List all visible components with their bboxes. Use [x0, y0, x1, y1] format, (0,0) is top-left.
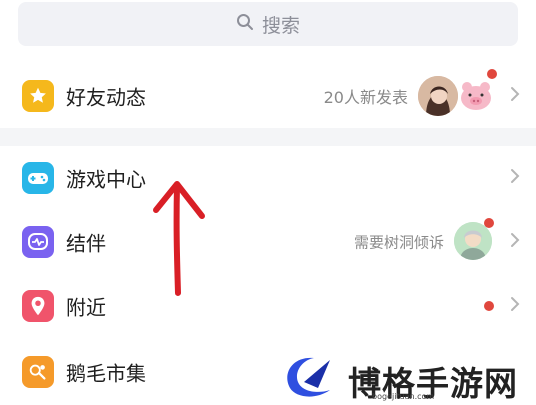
menu-item-label: 游戏中心: [66, 167, 146, 192]
menu-item-companion[interactable]: 结伴 需要树洞倾诉: [0, 210, 536, 274]
unread-dot: [487, 69, 497, 79]
chevron-right-icon: [510, 86, 520, 106]
menu-item-nearby[interactable]: 附近: [0, 274, 536, 338]
chevron-right-icon: [510, 232, 520, 252]
menu-item-label: 附近: [66, 295, 106, 320]
unread-dot: [484, 301, 494, 311]
feed-count-text: 20人新发表: [323, 88, 408, 107]
companion-hint-text: 需要树洞倾诉: [353, 233, 444, 252]
red-arrow-annotation: [153, 181, 205, 296]
section-divider: [0, 128, 536, 146]
star-icon: [22, 80, 54, 112]
search-placeholder: 搜索: [261, 14, 300, 37]
gamepad-icon: [22, 162, 54, 194]
watermark-url: bogejituan.com: [372, 392, 435, 401]
location-pin-icon: [22, 290, 54, 322]
search-bar[interactable]: 搜索: [18, 2, 518, 46]
pulse-chat-icon: [22, 226, 54, 258]
watermark-logo: [287, 357, 330, 397]
unread-dot: [484, 218, 494, 228]
friend-avatar: [418, 76, 458, 116]
chevron-right-icon: [510, 168, 520, 188]
menu-item-friend-feed[interactable]: 好友动态 20人新发表: [0, 64, 536, 128]
search-area: 搜索: [0, 0, 536, 62]
pig-avatar: [458, 78, 494, 114]
menu-item-label: 鹅毛市集: [66, 361, 146, 386]
menu-item-game-center[interactable]: 游戏中心: [0, 146, 536, 210]
menu-item-label: 结伴: [66, 231, 106, 256]
menu-item-label: 好友动态: [66, 85, 146, 110]
market-icon: [22, 356, 54, 388]
chevron-right-icon: [510, 296, 520, 316]
search-icon: [236, 13, 254, 36]
